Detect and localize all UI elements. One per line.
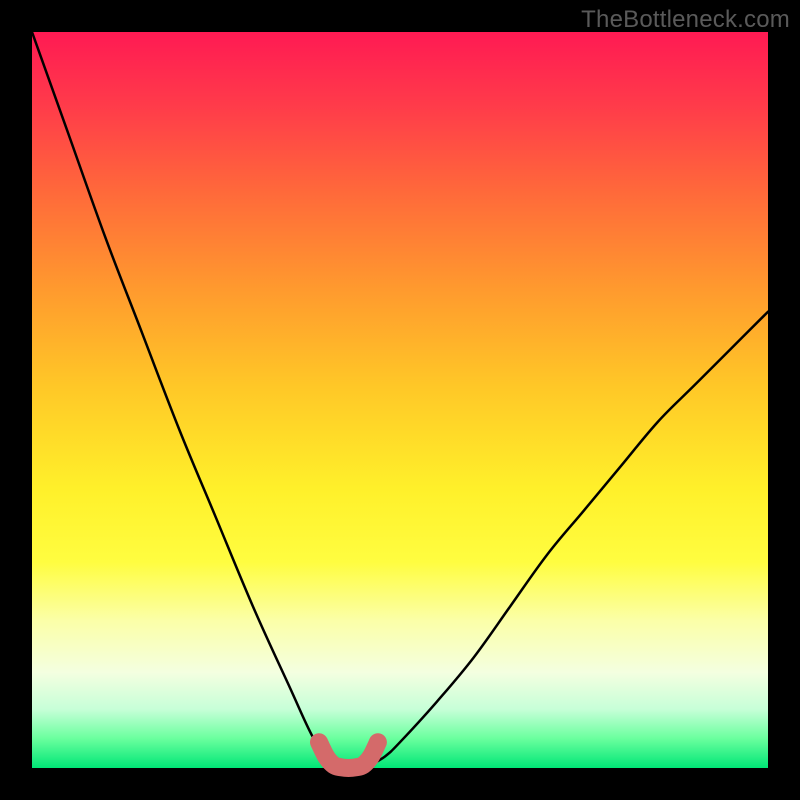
curve-layer xyxy=(32,32,768,768)
bottleneck-curve xyxy=(32,32,768,765)
optimal-region-marker xyxy=(319,742,378,768)
watermark-text: TheBottleneck.com xyxy=(581,6,790,34)
chart-frame: TheBottleneck.com xyxy=(0,0,800,800)
plot-area xyxy=(32,32,768,768)
